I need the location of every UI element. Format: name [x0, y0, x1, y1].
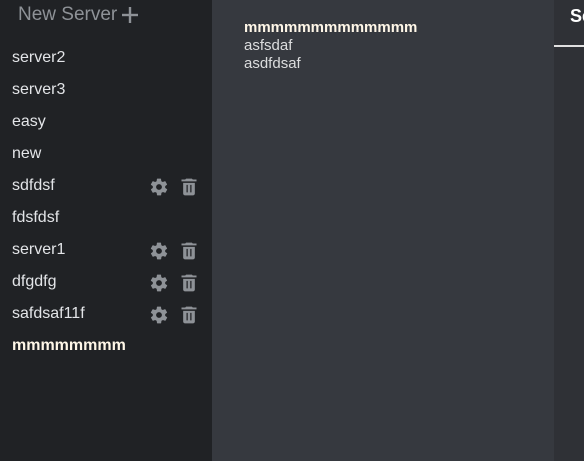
- trash-icon[interactable]: [179, 241, 199, 261]
- server-name: fdsfdsf: [12, 209, 60, 226]
- server-actions: [149, 273, 199, 293]
- gear-icon[interactable]: [149, 305, 169, 325]
- server-actions: [149, 177, 199, 197]
- server-name: safdsaf11f: [12, 305, 85, 322]
- server-item[interactable]: mmmmmmmm: [0, 330, 212, 362]
- trash-icon[interactable]: [179, 305, 199, 325]
- server-name: new: [12, 145, 42, 162]
- server-actions: [149, 241, 199, 261]
- server-item[interactable]: server2: [0, 42, 212, 74]
- main-title: mmmmmmmmmmmmm: [244, 19, 418, 36]
- plus-icon: [122, 7, 139, 23]
- gear-icon[interactable]: [149, 273, 169, 293]
- server-item[interactable]: sdfdsf: [0, 170, 212, 202]
- server-sidebar: New Server server2 server3 easy new sdfdsf fd…: [0, 0, 212, 461]
- trash-icon[interactable]: [179, 177, 199, 197]
- server-item[interactable]: server1: [0, 234, 212, 266]
- server-name: sdfdsf: [12, 177, 55, 194]
- right-panel-title: Se: [570, 6, 584, 26]
- main-content: mmmmmmmmmmmmm asfsdaf asdfdsaf: [244, 19, 417, 73]
- server-name: mmmmmmmm: [12, 337, 126, 354]
- main-line: asdfdsaf: [244, 55, 301, 72]
- server-name: server1: [12, 241, 66, 258]
- trash-icon[interactable]: [179, 273, 199, 293]
- server-actions: [149, 305, 199, 325]
- server-name: dfgdfg: [12, 273, 57, 290]
- server-name: server3: [12, 81, 66, 98]
- app-window: New Server server2 server3 easy new sdfdsf fd…: [0, 0, 584, 461]
- main-line: asfsdaf: [244, 37, 293, 54]
- new-server-label: New Server: [18, 4, 118, 25]
- server-item[interactable]: easy: [0, 106, 212, 138]
- right-panel: Se: [554, 0, 584, 461]
- server-item[interactable]: new: [0, 138, 212, 170]
- server-name: server2: [12, 49, 66, 66]
- server-name: easy: [12, 113, 46, 130]
- server-list: server2 server3 easy new sdfdsf fdsfdsf server…: [0, 42, 212, 362]
- main-panel: mmmmmmmmmmmmm asfsdaf asdfdsaf: [212, 0, 554, 461]
- server-item[interactable]: fdsfdsf: [0, 202, 212, 234]
- gear-icon[interactable]: [149, 177, 169, 197]
- server-item[interactable]: safdsaf11f: [0, 298, 212, 330]
- server-item[interactable]: server3: [0, 74, 212, 106]
- new-server-button[interactable]: New Server: [18, 3, 139, 27]
- gear-icon[interactable]: [149, 241, 169, 261]
- server-item[interactable]: dfgdfg: [0, 266, 212, 298]
